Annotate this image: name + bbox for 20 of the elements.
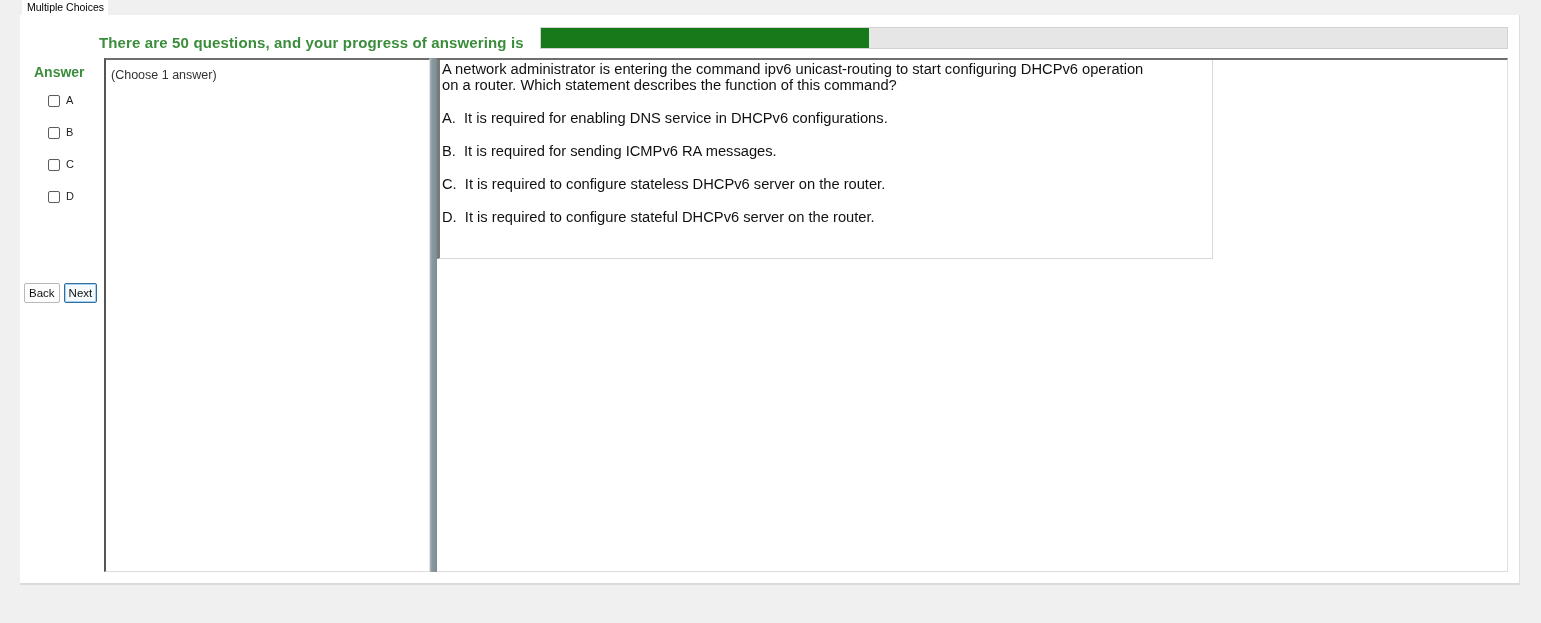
checkbox[interactable] — [48, 94, 60, 107]
choice-text: D. It is required to configure stateful DHCPv6 server on the router. — [442, 209, 875, 225]
question-text: A network administrator is entering the command ipv6 unicast-routing to start configuring DHCPv6 operation on a router. Which statement describes the function of this command? — [442, 61, 1145, 93]
checkbox[interactable] — [48, 158, 60, 171]
nav-button[interactable]: Next — [63, 283, 98, 303]
checkbox-label[interactable]: B — [66, 126, 74, 139]
progress-label: There are 50 questions, and your progress of answering is — [99, 34, 524, 51]
checkbox-label[interactable]: C — [66, 158, 74, 171]
checkbox[interactable] — [48, 190, 60, 203]
choice-text: B. It is required for sending ICMPv6 RA messages. — [442, 143, 777, 159]
nav-button[interactable]: Back — [24, 283, 60, 303]
checkbox-label[interactable]: A — [66, 94, 74, 107]
tab[interactable]: Multiple Choices — [22, 0, 109, 15]
checkbox[interactable] — [48, 126, 60, 139]
answer-heading: Answer — [34, 64, 85, 80]
choice-text: C. It is required to configure stateless DHCPv6 server on the router. — [442, 176, 886, 192]
splitter-handle[interactable] — [430, 58, 437, 572]
checkbox-label[interactable]: D — [66, 190, 74, 203]
choice-text: A. It is required for enabling DNS service in DHCPv6 configurations. — [442, 110, 888, 126]
instruction-text: (Choose 1 answer) — [111, 68, 217, 82]
